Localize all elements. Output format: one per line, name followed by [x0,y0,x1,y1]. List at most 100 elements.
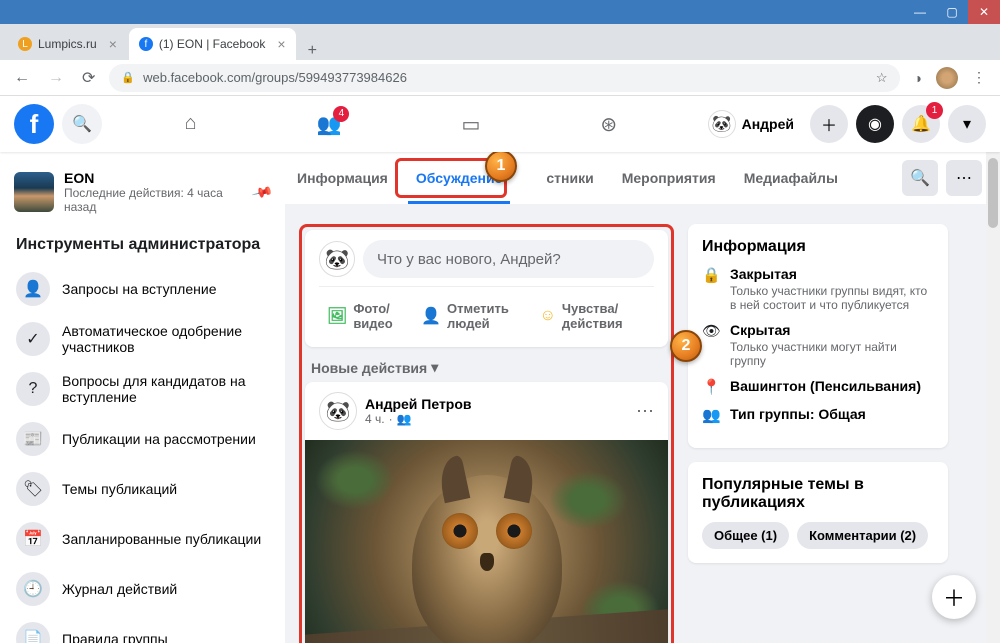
scroll-thumb[interactable] [988,158,998,228]
nav-watch[interactable]: ▭ [431,104,510,145]
browser-menu-button[interactable]: ⋮ [968,69,990,86]
tv-icon: ▭ [461,114,480,136]
new-tab-button[interactable]: + [298,42,327,60]
messenger-button[interactable]: ◉ [856,105,894,143]
composer-feeling-button[interactable]: ☺Чувства/действия [532,295,654,337]
sidebar-section-title: Инструменты администратора [12,226,273,264]
fb-header: f 🔍 ⌂ 👥 4 ▭ ⊛ 🐼 Андрей ＋ ◉ 🔔 1 ▾ [0,96,1000,152]
fb-header-right: 🐼 Андрей ＋ ◉ 🔔 1 ▾ [700,105,986,143]
browser-profile-avatar[interactable] [936,67,958,89]
info-panel-title: Информация [702,238,934,256]
account-dropdown-button[interactable]: ▾ [948,105,986,143]
tab-events[interactable]: Мероприятия [610,152,728,204]
sidebar-item-label: Публикации на рассмотрении [62,431,256,447]
check-icon: ✓ [16,322,50,356]
post-author[interactable]: Андрей Петров [365,396,472,412]
browser-tab-lumpics[interactable]: L Lumpics.ru × [8,28,127,60]
fb-search-button[interactable]: 🔍 [62,104,102,144]
avatar-icon: 🐼 [708,110,736,138]
post-avatar-icon[interactable]: 🐼 [319,392,357,430]
info-row-visibility: 👁 СкрытаяТолько участники могут найти гр… [702,322,934,368]
nav-reload-button[interactable]: ⟳ [78,68,99,88]
popular-topics-panel: Популярные темы в публикациях Общее (1) … [688,462,948,563]
window-close-button[interactable]: ✕ [968,0,1000,24]
tab-members[interactable]: стники [518,152,605,204]
tab-close-icon[interactable]: × [109,36,117,52]
info-row-location: 📍 Вашингтон (Пенсильвания) [702,378,934,396]
annotation-highlight-feed: 🐼 Что у вас нового, Андрей? 🖼Фото/видео … [299,224,674,643]
sidebar-item-pending-posts[interactable]: 📰Публикации на рассмотрении [12,414,273,464]
sidebar-item-membership-questions[interactable]: ?Вопросы для кандидатов на вступление [12,364,273,414]
feed-sort-dropdown[interactable]: Новые действия ▾ [305,347,668,382]
tab-title: (1) EON | Facebook [159,37,266,51]
composer-avatar-icon: 🐼 [319,241,355,277]
group-name: EON [64,170,244,186]
info-row-group-type: 👥 Тип группы: Общая [702,406,934,424]
lock-icon: 🔒 [702,266,720,312]
nav-forward-button[interactable]: → [44,69,68,87]
sidebar-item-post-topics[interactable]: 🏷Темы публикаций [12,464,273,514]
scrollbar[interactable] [986,152,1000,643]
sidebar-item-label: Темы публикаций [62,481,177,497]
browser-tab-facebook[interactable]: f (1) EON | Facebook × [129,28,296,60]
sidebar-item-activity-log[interactable]: 🕘Журнал действий [12,564,273,614]
sidebar-item-scheduled-posts[interactable]: 📅Запланированные публикации [12,514,273,564]
composer-action-label: Фото/видео [353,301,405,331]
topic-chip[interactable]: Общее (1) [702,522,789,549]
address-bar-input[interactable]: 🔒 web.facebook.com/groups/59949377398462… [109,64,899,92]
composer-input[interactable]: Что у вас нового, Андрей? [363,240,654,278]
topic-chip[interactable]: Комментарии (2) [797,522,928,549]
composer-tag-button[interactable]: 👤 Отметить людей [413,295,531,337]
group-thumbnail [14,172,54,212]
tag-people-icon: 👤 [421,306,441,326]
group-header[interactable]: EON Последние действия: 4 часа назад 📌 [12,164,273,226]
users-icon: 👥 [702,406,720,424]
search-icon: 🔍 [72,114,92,134]
user-profile-pill[interactable]: 🐼 Андрей [700,106,802,142]
composer-photo-video-button[interactable]: 🖼Фото/видео [319,295,413,337]
post-image[interactable] [305,440,668,643]
facebook-logo-icon[interactable]: f [14,104,54,144]
group-search-button[interactable]: 🔍 [902,160,938,196]
sidebar-item-group-rules[interactable]: 📄Правила группы [12,614,273,643]
post-menu-button[interactable]: ⋯ [636,401,654,422]
clock-icon: 🕘 [16,572,50,606]
notifications-button[interactable]: 🔔 1 [902,105,940,143]
right-column: 2 Информация 🔒 ЗакрытаяТолько участники … [688,210,948,643]
sidebar-item-label: Автоматическое одобрение участников [62,323,269,355]
window-maximize-button[interactable]: ▢ [936,0,968,24]
star-bookmark-icon[interactable]: ☆ [876,70,888,86]
info-row-title: Закрытая [730,266,934,282]
group-more-button[interactable]: ⋯ [946,160,982,196]
sidebar-item-label: Запланированные публикации [62,531,261,547]
sidebar-item-label: Вопросы для кандидатов на вступление [62,373,269,405]
post-card: 🐼 Андрей Петров 4 ч. · 👥 ⋯ [305,382,668,643]
nav-friends[interactable]: 👥 4 [287,104,372,145]
tab-media[interactable]: Медиафайлы [732,152,850,204]
search-icon: 🔍 [910,168,930,188]
nav-back-button[interactable]: ← [10,69,34,87]
info-row-desc: Только участники могут найти группу [730,340,934,368]
info-row-title: Вашингтон (Пенсильвания) [730,378,921,394]
nav-groups[interactable]: ⊛ [570,104,647,145]
info-row-title: Скрытая [730,322,934,338]
browser-toolbar: ← → ⟳ 🔒 web.facebook.com/groups/59949377… [0,60,1000,96]
fab-create-button[interactable]: ＋ [932,575,976,619]
create-button[interactable]: ＋ [810,105,848,143]
friends-badge: 4 [333,106,349,122]
user-add-icon: 👤 [16,272,50,306]
tab-information[interactable]: Информация [285,152,400,204]
composer-action-label: Отметить людей [447,301,524,331]
emoji-icon: ☺ [540,307,556,325]
tab-close-icon[interactable]: × [277,36,285,52]
sidebar-item-auto-approval[interactable]: ✓ Автоматическое одобрение участников [12,314,273,364]
window-minimize-button[interactable]: — [904,0,936,24]
sidebar-item-member-requests[interactable]: 👤Запросы на вступление [12,264,273,314]
pin-icon[interactable]: 📌 [250,180,274,203]
annotation-marker-2: 2 [670,330,702,362]
groups-icon: ⊛ [600,114,617,136]
user-name: Андрей [742,116,794,132]
nav-home[interactable]: ⌂ [154,104,226,145]
browser-tab-strip: L Lumpics.ru × f (1) EON | Facebook × + [0,24,1000,60]
extension-icon[interactable]: ◑ [910,70,926,86]
